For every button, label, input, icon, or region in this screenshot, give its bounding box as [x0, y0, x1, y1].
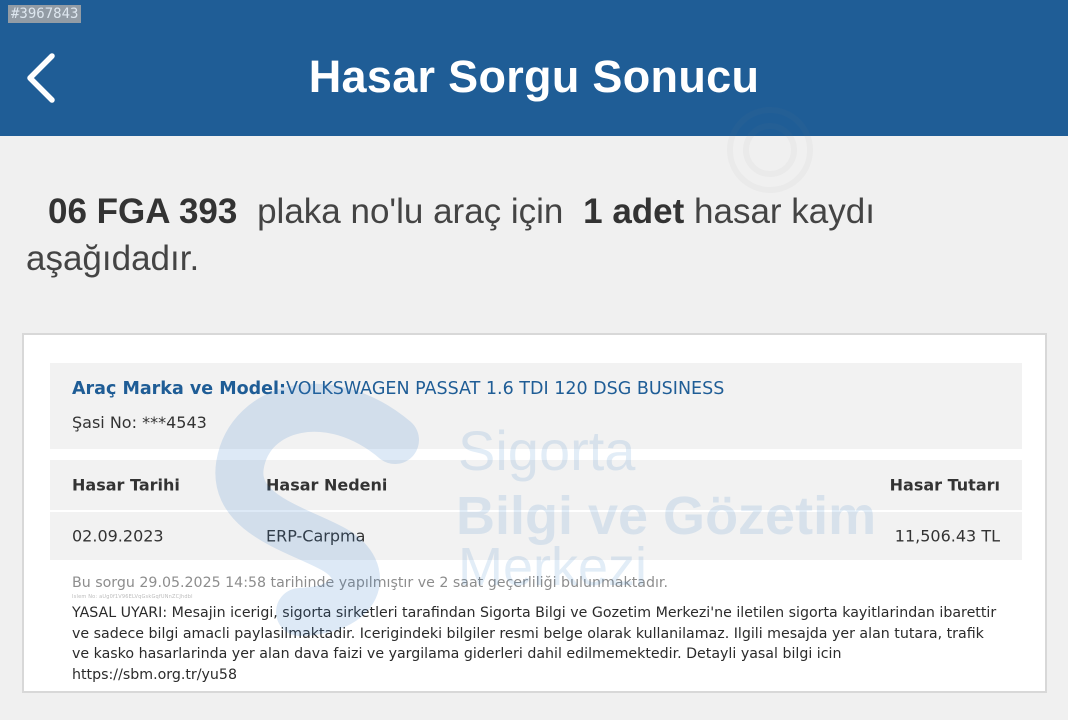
column-header-cause: Hasar Nedeni: [266, 475, 388, 495]
damage-amount: 11,506.43 TL: [894, 526, 1000, 546]
query-timestamp-note: Bu sorgu 29.05.2025 14:58 tarihinde yapı…: [72, 575, 668, 591]
table-row: 02.09.2023 ERP-Carpma 11,506.43 TL: [50, 512, 1022, 560]
make-model-value: VOLKSWAGEN PASSAT 1.6 TDI 120 DSG BUSINE…: [286, 379, 725, 399]
listing-id-tag: #3967843: [8, 5, 82, 23]
chassis-value: ***4543: [142, 413, 207, 432]
make-model-line: Araç Marka ve Model:VOLKSWAGEN PASSAT 1.…: [72, 379, 724, 399]
legal-warning: YASAL UYARI: Mesajin icerigi, sigorta si…: [72, 605, 997, 683]
damage-summary: 06 FGA 393 plaka no'lu araç için 1 adet …: [26, 188, 1036, 282]
column-header-date: Hasar Tarihi: [72, 475, 180, 495]
plate-number: 06 FGA 393: [48, 192, 238, 231]
damage-cause: ERP-Carpma: [266, 526, 366, 546]
chevron-left-icon[interactable]: [22, 50, 62, 106]
summary-text-mid: plaka no'lu araç için: [257, 192, 564, 231]
chassis-label: Şasi No:: [72, 413, 137, 432]
damage-count: 1 adet: [583, 192, 685, 231]
chassis-line: Şasi No: ***4543: [72, 413, 207, 432]
damage-date: 02.09.2023: [72, 526, 164, 546]
transaction-note: Islem No: aUg0f1V96ELVqGskGqfUNnZCJhdbl: [72, 594, 193, 600]
column-header-amount: Hasar Tutarı: [889, 475, 1000, 495]
page-title: Hasar Sorgu Sonucu: [308, 51, 760, 102]
make-model-label: Araç Marka ve Model:: [72, 379, 287, 399]
damage-table-header: Hasar Tarihi Hasar Nedeni Hasar Tutarı: [50, 460, 1022, 510]
vehicle-info: Araç Marka ve Model:VOLKSWAGEN PASSAT 1.…: [50, 363, 1022, 449]
app-header: Hasar Sorgu Sonucu: [0, 0, 1068, 136]
damage-result-card: Araç Marka ve Model:VOLKSWAGEN PASSAT 1.…: [22, 333, 1047, 693]
